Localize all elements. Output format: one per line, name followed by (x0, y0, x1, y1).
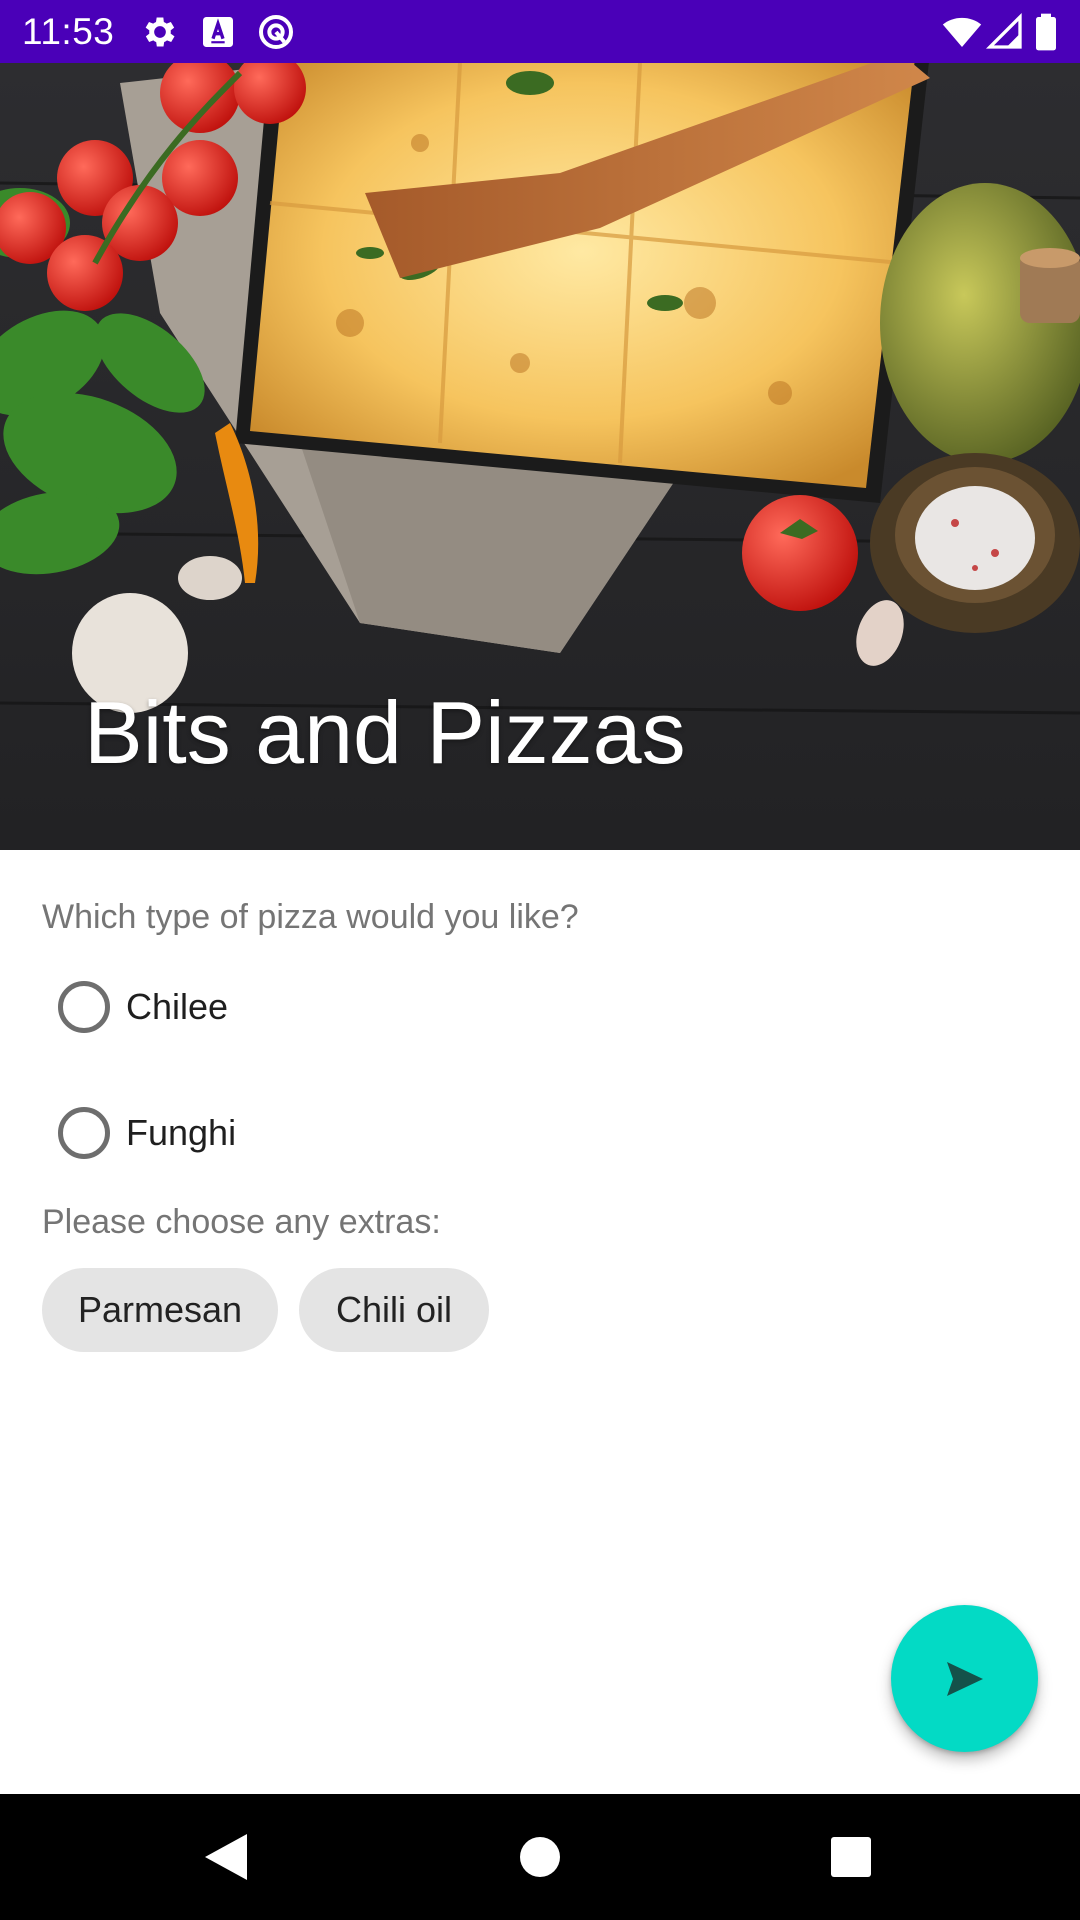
status-time: 11:53 (22, 11, 115, 52)
wifi-icon (942, 12, 982, 52)
signal-icon (985, 12, 1025, 52)
pizza-question-label: Which type of pizza would you like? (42, 898, 579, 936)
app-title: Bits and Pizzas (84, 683, 686, 782)
radio-chilee[interactable]: Chilee (42, 957, 642, 1057)
app-screen: 11:53 Bits and Pizzas Which type of pizz… (0, 0, 1080, 1920)
chip-parmesan[interactable]: Parmesan (42, 1268, 278, 1352)
battery-icon (1030, 12, 1062, 52)
back-icon[interactable] (193, 1824, 259, 1890)
chip-label-parmesan: Parmesan (77, 1289, 243, 1330)
radio-button-icon[interactable] (58, 981, 110, 1033)
extras-label: Please choose any extras: (42, 1203, 441, 1241)
radio-funghi[interactable]: Funghi (42, 1083, 642, 1183)
recents-icon[interactable] (818, 1824, 884, 1890)
chip-chili-oil[interactable]: Chili oil (299, 1268, 489, 1352)
navigation-bar (0, 1794, 1080, 1920)
home-icon[interactable] (507, 1824, 573, 1890)
keyboard-a-icon (198, 12, 238, 52)
chip-label-chili-oil: Chili oil (335, 1289, 453, 1330)
accessibility-icon (256, 12, 296, 52)
settings-icon (140, 12, 180, 52)
send-icon (946, 1661, 983, 1696)
radio-button-icon[interactable] (58, 1107, 110, 1159)
radio-label-funghi: Funghi (126, 1112, 237, 1153)
header-image: Bits and Pizzas (0, 63, 1080, 850)
radio-label-chilee: Chilee (126, 986, 229, 1027)
send-order-button[interactable] (891, 1605, 1038, 1752)
status-bar: 11:53 (0, 0, 1080, 63)
